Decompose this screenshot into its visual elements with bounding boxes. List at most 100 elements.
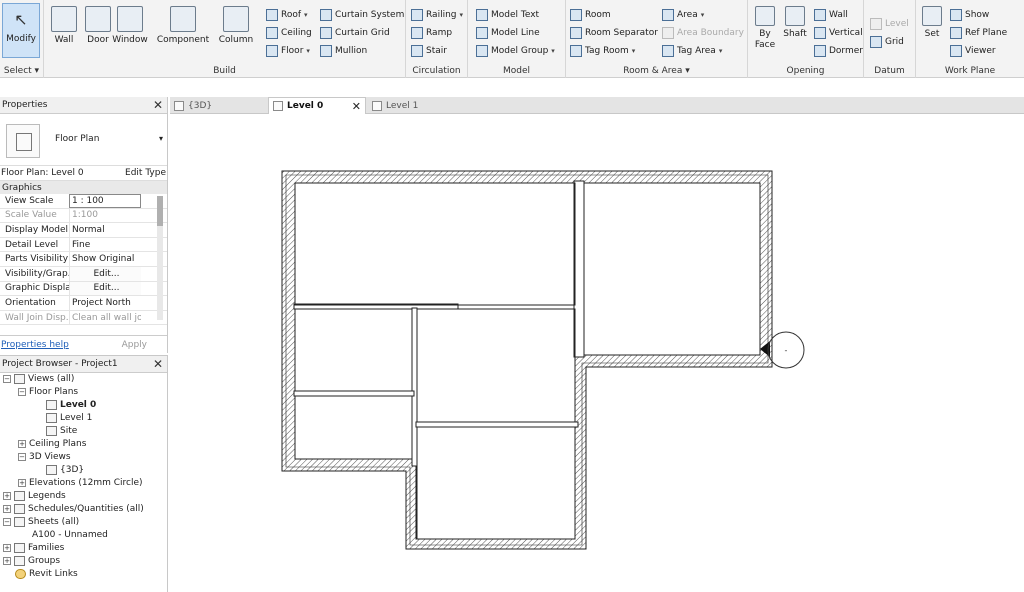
modify-button[interactable]: ↖ Modify [2,3,40,58]
interior-wall[interactable] [415,421,579,428]
component-button[interactable]: Component [156,4,210,59]
model-panel: Model Text Model Line Model Group ▾ Model [468,0,566,78]
ceiling-button[interactable]: Ceiling [266,25,312,41]
shaft-button[interactable]: Shaft [780,4,810,59]
tree-node-level-1[interactable]: Level 1 [46,411,92,424]
stair-icon [411,45,423,57]
door-icon [85,6,111,32]
build-panel-label: Build [213,66,236,76]
tree-node-schedules[interactable]: + Schedules/Quantities (all) [3,502,144,515]
grid-icon [870,36,882,48]
instance-filter[interactable]: Floor Plan: Level 0 [1,168,84,178]
curtain-grid-button[interactable]: Curtain Grid [320,25,390,41]
tag-area-button[interactable]: Tag Area ▾ [662,43,722,59]
edit-button[interactable]: Edit... [69,281,141,296]
window-button[interactable]: Window [110,4,150,59]
column-button[interactable]: Column [216,4,256,59]
tree-node-views-all[interactable]: − Views (all) [3,372,74,385]
curtain-system-icon [320,9,332,21]
close-icon[interactable]: ✕ [153,357,163,371]
viewer-button[interactable]: Viewer [950,43,996,59]
tree-node-floor-plans[interactable]: − Floor Plans [18,385,78,398]
tree-node-site[interactable]: Site [46,424,77,437]
tab-level-1[interactable]: Level 1 [368,97,464,114]
datum-panel: Level Grid Datum [864,0,916,78]
model-panel-label: Model [502,66,531,76]
type-selector[interactable]: Floor Plan ▾ [0,114,167,166]
tab-level-0[interactable]: Level 0 ✕ [268,97,366,114]
3d-view-icon [46,464,57,475]
stair-button[interactable]: Stair [411,43,447,59]
opening-wall-button[interactable]: Wall [814,7,848,23]
project-browser: Project Browser - Project1 ✕ − Views (all… [0,355,168,592]
build-panel: Wall Door Window Component Column Roof ▾ … [44,0,406,78]
legends-icon [14,490,25,501]
properties-palette: Properties ✕ Floor Plan ▾ Floor Plan: Le… [0,97,168,353]
view-tab-bar: {3D} Level 0 ✕ Level 1 [170,97,1024,114]
tree-node-families[interactable]: + Families [3,541,64,554]
circulation-panel-label: Circulation [412,66,461,76]
tab-close-icon[interactable]: ✕ [352,100,361,113]
apply-button[interactable]: Apply [122,340,147,350]
interior-wall[interactable] [293,390,415,397]
edit-type-button[interactable]: Edit Type [125,168,166,178]
area-boundary-button[interactable]: Area Boundary [662,25,744,41]
floor-plan-drawing[interactable]: - [170,115,1024,592]
properties-scrollbar[interactable] [157,196,163,320]
roof-button[interactable]: Roof ▾ [266,7,308,23]
model-line-icon [476,27,488,39]
area-boundary-icon [662,27,674,39]
room-button[interactable]: Room [570,7,611,23]
graphics-category[interactable]: Graphics [0,181,167,194]
room-separator-button[interactable]: Room Separator [570,25,658,41]
room-area-panel-label[interactable]: Room & Area ▾ [566,66,747,76]
close-icon[interactable]: ✕ [153,98,163,112]
ref-plane-icon [950,27,962,39]
floor-button[interactable]: Floor ▾ [266,43,310,59]
curtain-system-button[interactable]: Curtain System [320,7,404,23]
vertical-button[interactable]: Vertical [814,25,863,41]
ref-plane-button[interactable]: Ref Plane [950,25,1007,41]
view-scale-field[interactable]: 1 : 100 [69,194,141,208]
tree-node-level-0[interactable]: Level 0 [46,398,96,411]
properties-help-link[interactable]: Properties help [1,340,69,350]
mullion-button[interactable]: Mullion [320,43,367,59]
select-dropdown[interactable]: Select ▾ [0,66,43,76]
model-text-button[interactable]: Model Text [476,7,539,23]
chevron-down-icon[interactable]: ▾ [159,134,163,143]
level-button[interactable]: Level [870,16,909,32]
railing-button[interactable]: Railing ▾ [411,7,463,23]
component-icon [170,6,196,32]
ramp-button[interactable]: Ramp [411,25,452,41]
tree-node-sheets[interactable]: − Sheets (all) [3,515,79,528]
tag-room-button[interactable]: Tag Room ▾ [570,43,635,59]
tab-3d[interactable]: {3D} [170,97,266,114]
model-group-button[interactable]: Model Group ▾ [476,43,555,59]
property-row: Wall Join Disp...Clean all wall jo... [0,310,167,326]
tree-node-ceiling-plans[interactable]: + Ceiling Plans [18,437,86,450]
interior-wall[interactable] [411,307,418,467]
set-button[interactable]: Set [918,4,946,59]
grid-button[interactable]: Grid [870,34,904,50]
properties-footer: Properties help Apply [0,335,167,353]
tree-node-sheet-a100[interactable]: A100 - Unnamed [32,528,108,541]
dormer-button[interactable]: Dormer [814,43,863,59]
drawing-canvas[interactable]: - [170,115,1024,592]
room-area-panel: Room Room Separator Tag Room ▾ Area ▾ Area… [566,0,748,78]
wall-opening-icon [814,9,826,21]
groups-icon [14,555,25,566]
ramp-icon [411,27,423,39]
tree-node-3d-views[interactable]: −3D Views [18,450,71,463]
tree-node-groups[interactable]: + Groups [3,554,60,567]
area-button[interactable]: Area ▾ [662,7,704,23]
edit-button[interactable]: Edit... [69,266,141,281]
show-button[interactable]: Show [950,7,989,23]
model-line-button[interactable]: Model Line [476,25,540,41]
tree-node-revit-links[interactable]: Revit Links [15,567,78,580]
tag-room-icon [570,45,582,57]
by-face-button[interactable]: By Face [748,4,782,59]
tree-node-elevations[interactable]: + Elevations (12mm Circle) [18,476,143,489]
exterior-wall[interactable] [281,170,773,550]
tree-node-3d[interactable]: {3D} [46,463,84,476]
tree-node-legends[interactable]: + Legends [3,489,66,502]
